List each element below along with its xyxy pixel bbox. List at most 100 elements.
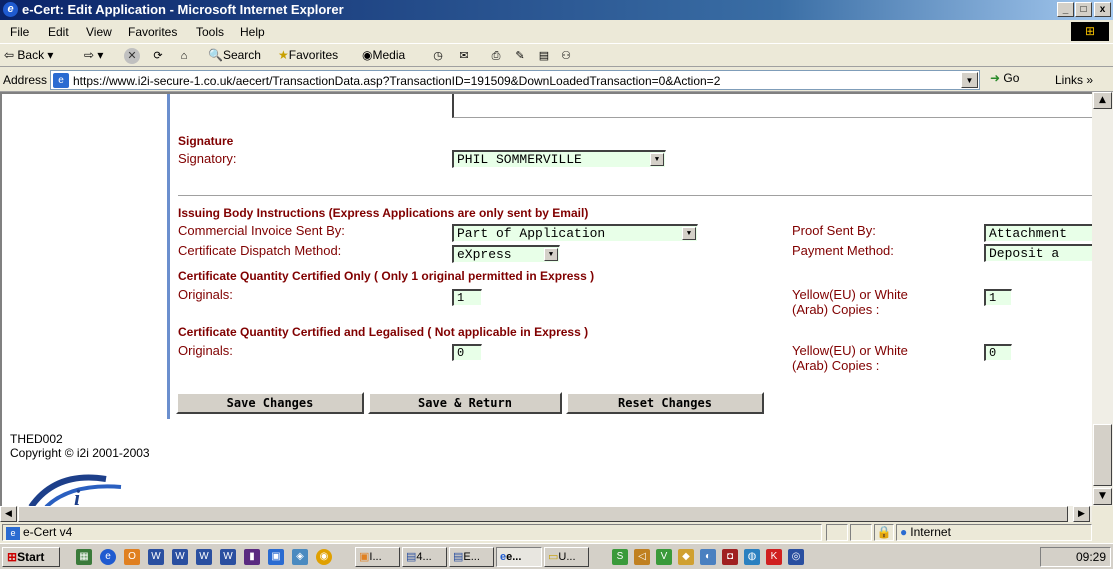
certified-originals-input[interactable]: 1 (452, 289, 482, 306)
clock[interactable]: 09:29 (1076, 550, 1106, 564)
scroll-up-button[interactable]: ▲ (1093, 92, 1112, 109)
quicklaunch-word-icon[interactable]: W (148, 549, 164, 565)
quicklaunch-desktop-icon[interactable]: ▦ (76, 549, 92, 565)
quicklaunch-ie-icon[interactable]: e (100, 549, 116, 565)
media-icon: ◉ (362, 48, 373, 62)
task-outlook-icon: ▣ (359, 551, 370, 563)
discuss-icon[interactable]: ▤ (536, 48, 552, 64)
maximize-button[interactable]: □ (1075, 2, 1092, 17)
tray-app-icon-6[interactable]: ◘ (722, 549, 738, 565)
legalised-originals-input[interactable]: 0 (452, 344, 482, 361)
commercial-invoice-label: Commercial Invoice Sent By: (178, 223, 345, 238)
task-2-label: 4... (416, 551, 432, 563)
refresh-icon[interactable]: ⟳ (150, 48, 166, 64)
tray-app-icon-3[interactable]: V (656, 549, 672, 565)
globe-icon: ● (900, 525, 908, 539)
search-button[interactable]: 🔍Search (208, 48, 261, 62)
address-dropdown-button[interactable]: ▼ (961, 72, 978, 88)
task-4-label: e... (506, 551, 522, 563)
legalised-copies-label-line1: Yellow(EU) or White (792, 343, 908, 358)
reset-changes-button[interactable]: Reset Changes (566, 392, 764, 414)
horizontal-scrollbar[interactable]: ◀ ▶ (0, 506, 1092, 522)
taskbar-task-1[interactable]: ▣I... (355, 547, 400, 567)
payment-value: Deposit a (989, 246, 1060, 261)
signatory-select[interactable]: PHIL SOMMERVILLE ▼ (452, 150, 666, 168)
taskbar-task-4-active[interactable]: ee... (496, 547, 542, 567)
commercial-invoice-select[interactable]: Part of Application ▼ (452, 224, 698, 242)
address-bar: Address e https://www.i2i-secure-1.co.uk… (0, 68, 1113, 92)
scroll-left-button[interactable]: ◀ (0, 506, 17, 522)
zone-panel: ● Internet (896, 524, 1092, 541)
commercial-invoice-value: Part of Application (457, 226, 606, 241)
chevron-down-icon: ▼ (544, 248, 558, 261)
links-button[interactable]: Links » (1055, 73, 1093, 87)
taskbar-task-2[interactable]: ▤4... (402, 547, 447, 567)
messenger-icon[interactable]: ⚇ (558, 48, 574, 64)
favorites-button[interactable]: ★Favorites (278, 48, 338, 62)
menu-view[interactable]: View (86, 25, 112, 39)
favorites-icon: ★ (278, 48, 289, 62)
certified-copies-input[interactable]: 1 (984, 289, 1012, 306)
tray-app-icon-8[interactable]: K (766, 549, 782, 565)
quicklaunch-word3-icon[interactable]: W (196, 549, 212, 565)
edit-icon[interactable]: ✎ (512, 48, 528, 64)
mail-icon[interactable]: ✉ (456, 48, 472, 64)
proof-select[interactable]: Attachment (984, 224, 1092, 242)
menu-edit[interactable]: Edit (48, 25, 69, 39)
print-icon[interactable]: ⎙ (488, 48, 504, 64)
horizontal-scroll-thumb[interactable] (18, 506, 1068, 522)
dispatch-select[interactable]: eXpress ▼ (452, 245, 560, 263)
chevron-down-icon: ▼ (650, 153, 664, 166)
start-button[interactable]: ⊞Start (2, 547, 60, 567)
issuing-heading: Issuing Body Instructions (Express Appli… (178, 206, 589, 220)
scroll-down-button[interactable]: ▼ (1093, 488, 1112, 505)
legalised-copies-input[interactable]: 0 (984, 344, 1012, 361)
certified-only-heading: Certificate Quantity Certified Only ( On… (178, 269, 595, 283)
taskbar-task-5[interactable]: ▭U... (544, 547, 589, 567)
status-panel-1 (826, 524, 848, 541)
menu-tools[interactable]: Tools (196, 25, 224, 39)
windows-logo-icon: ⊞ (7, 550, 18, 564)
save-return-button[interactable]: Save & Return (368, 392, 562, 414)
tray-app-icon-4[interactable]: ◆ (678, 549, 694, 565)
stop-icon[interactable]: ✕ (124, 48, 140, 64)
payment-select[interactable]: Deposit a (984, 244, 1092, 262)
forward-button[interactable]: ⇨ ▾ (84, 48, 103, 62)
signatory-label: Signatory: (178, 151, 237, 166)
tray-app-icon-1[interactable]: S (612, 549, 628, 565)
menu-help[interactable]: Help (240, 25, 265, 39)
quicklaunch-word4-icon[interactable]: W (220, 549, 236, 565)
quicklaunch-outlook-icon[interactable]: O (124, 549, 140, 565)
menu-favorites[interactable]: Favorites (128, 25, 177, 39)
page-content: Signature Signatory: PHIL SOMMERVILLE ▼ … (0, 92, 1092, 506)
system-tray: 09:29 (1040, 547, 1111, 567)
quicklaunch-media-icon[interactable]: ◉ (316, 549, 332, 565)
home-icon[interactable]: ⌂ (176, 48, 192, 64)
tray-app-icon-2[interactable]: ◁ (634, 549, 650, 565)
quicklaunch-screen-icon[interactable]: ▣ (268, 549, 284, 565)
history-icon[interactable]: ◷ (430, 48, 446, 64)
go-button[interactable]: ➜ Go (990, 71, 1019, 85)
vertical-scroll-thumb[interactable] (1093, 424, 1112, 486)
tray-app-icon-9[interactable]: ◎ (788, 549, 804, 565)
close-button[interactable]: x (1094, 2, 1111, 17)
quicklaunch-app-icon[interactable]: ▮ (244, 549, 260, 565)
vertical-scrollbar[interactable]: ▲ ▼ (1092, 92, 1113, 506)
quicklaunch-word2-icon[interactable]: W (172, 549, 188, 565)
scroll-right-button[interactable]: ▶ (1073, 506, 1090, 522)
footer-copyright: Copyright © i2i 2001-2003 (10, 446, 150, 460)
media-label: Media (372, 48, 406, 62)
tray-app-icon-5[interactable]: ◐ (700, 549, 716, 565)
toolbar: ⇦ Back ▾ ⇨ ▾ ✕ ⟳ ⌂ 🔍Search ★Favorites ◉M… (0, 43, 1113, 67)
status-text: e-Cert v4 (23, 525, 73, 539)
menu-file[interactable]: File (10, 25, 29, 39)
taskbar-task-3[interactable]: ▤E... (449, 547, 494, 567)
minimize-button[interactable]: _ (1057, 2, 1074, 17)
quicklaunch-network-icon[interactable]: ◈ (292, 549, 308, 565)
address-input[interactable]: e https://www.i2i-secure-1.co.uk/aecert/… (50, 70, 980, 90)
tray-app-icon-7[interactable]: ◍ (744, 549, 760, 565)
back-button[interactable]: ⇦ Back ▾ (4, 48, 53, 62)
save-changes-button[interactable]: Save Changes (176, 392, 364, 414)
media-button[interactable]: ◉Media (362, 48, 405, 62)
back-arrow-icon: ⇦ (4, 48, 15, 62)
